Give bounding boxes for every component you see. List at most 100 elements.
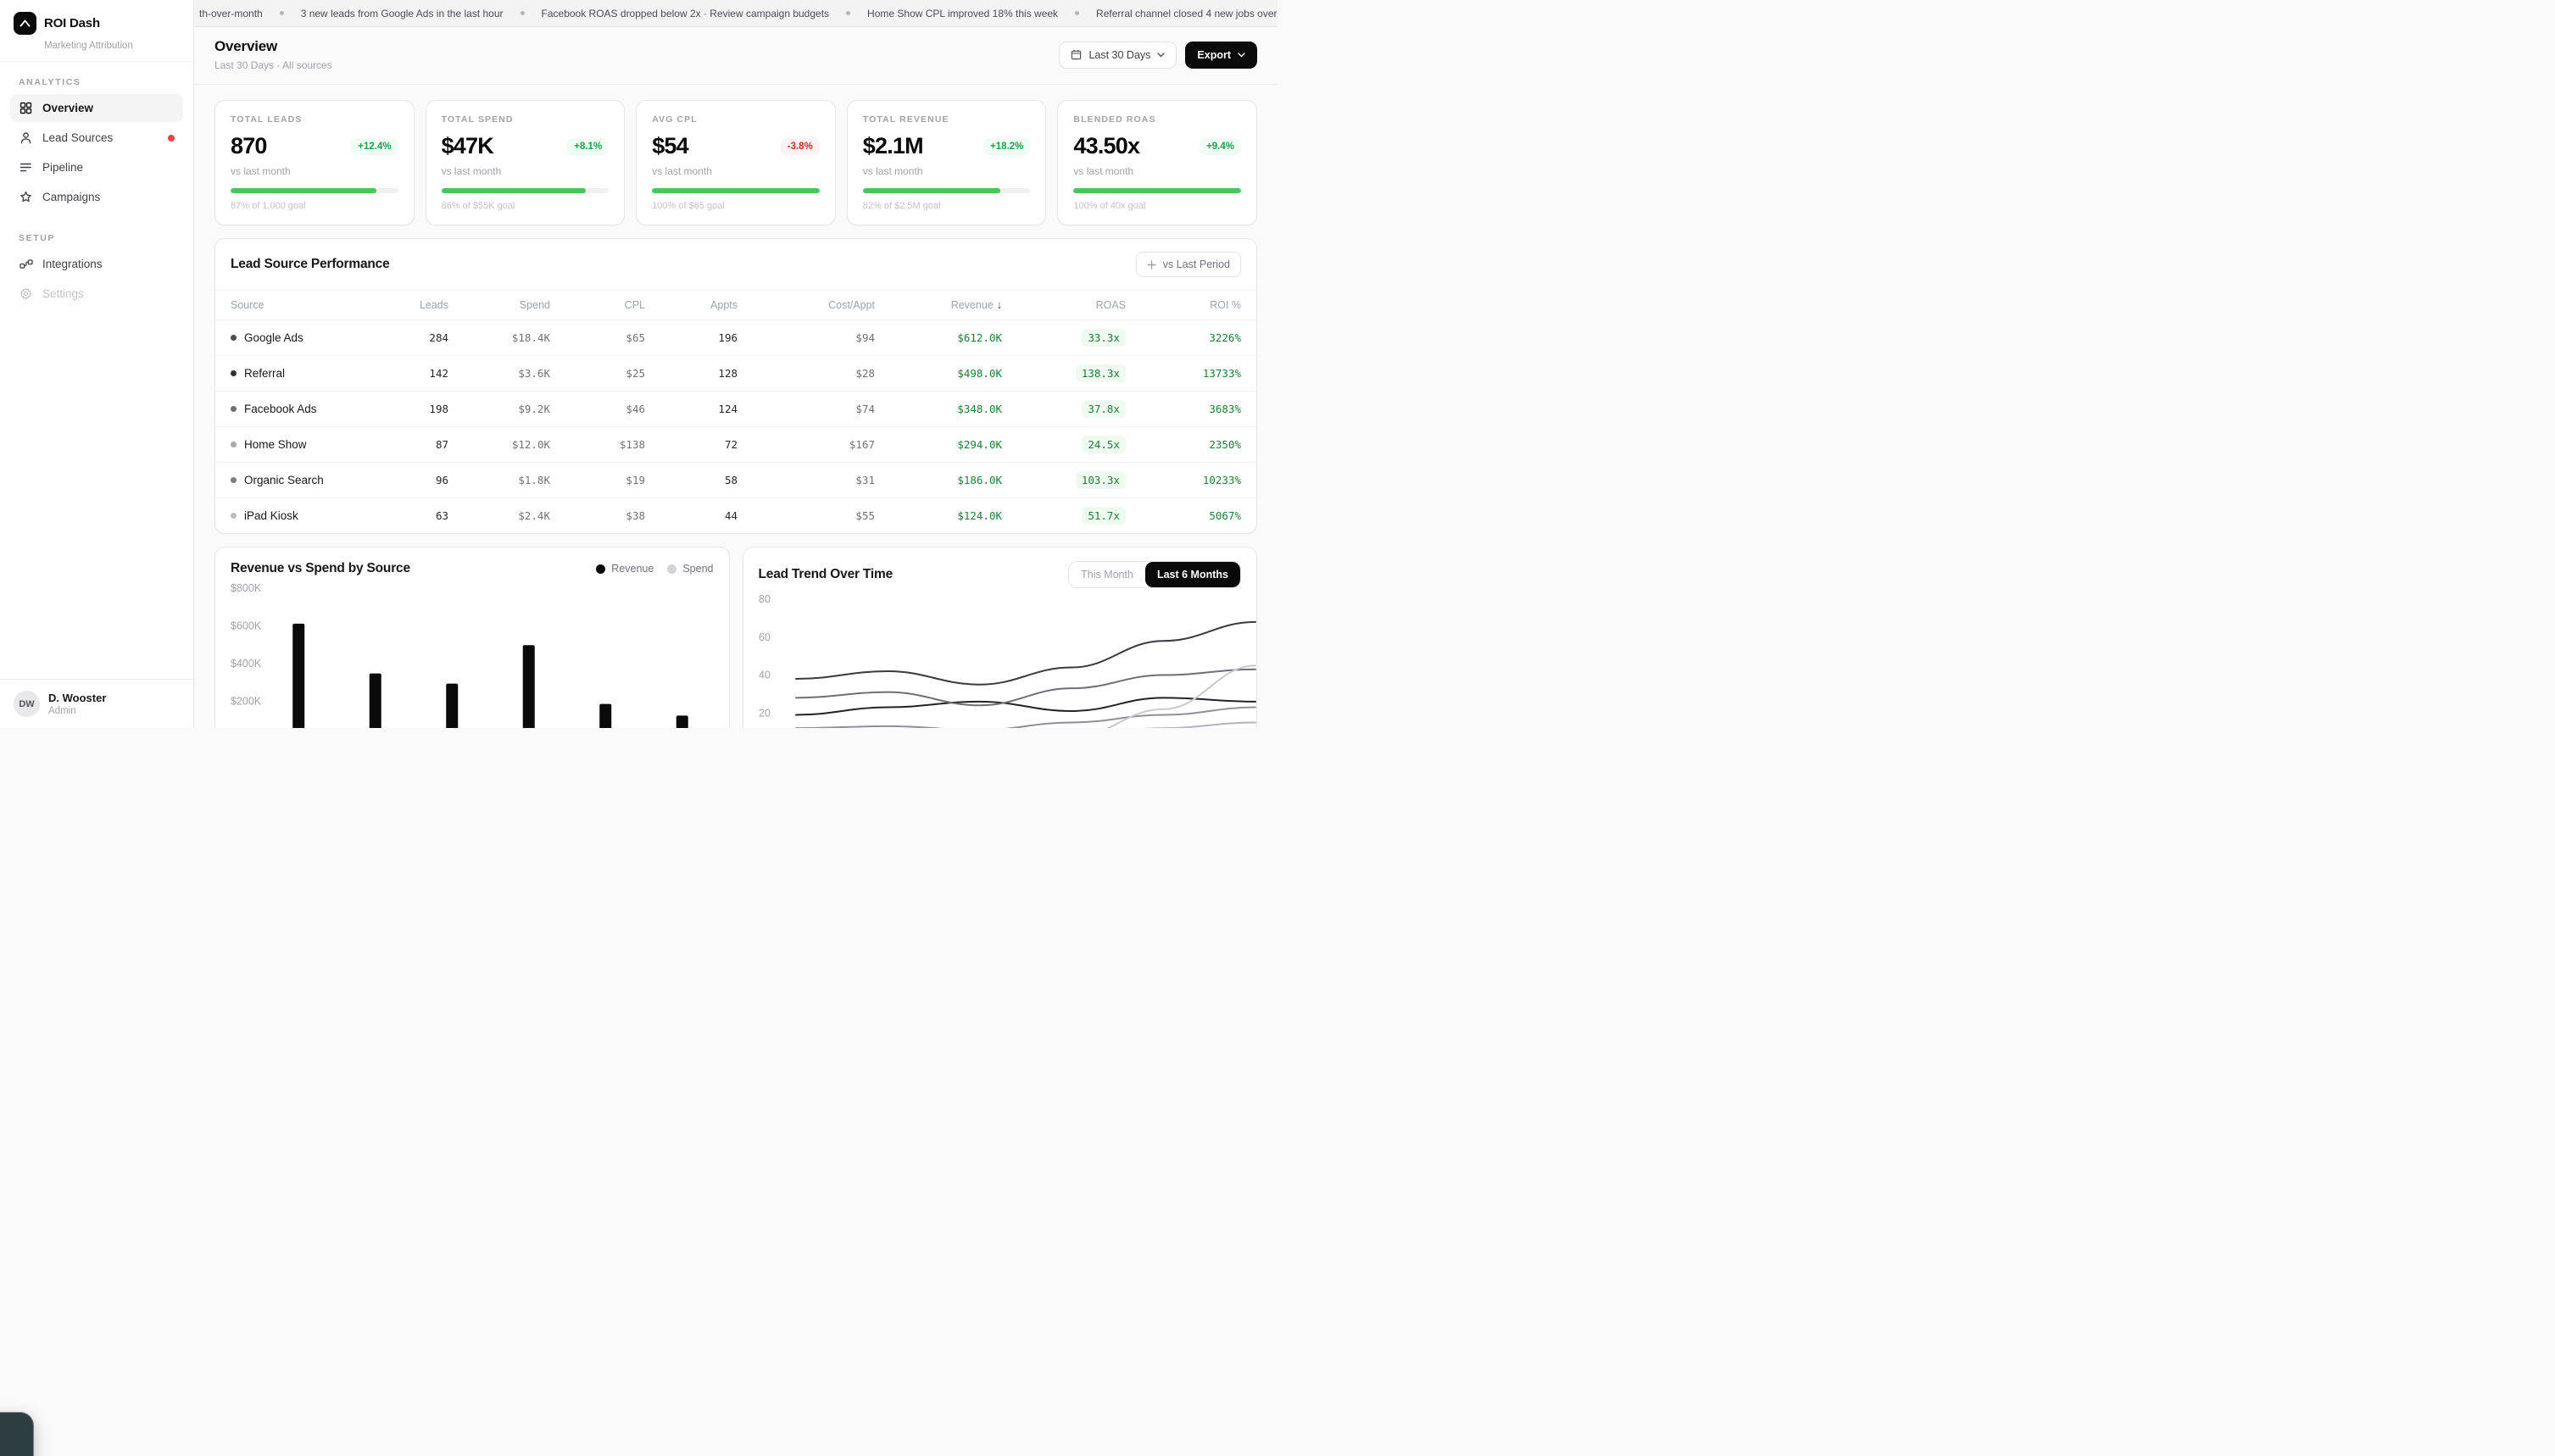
kpi-progress-fill [1073, 188, 1241, 193]
kpi-progress-track [1073, 188, 1241, 193]
sidebar-item-label: Integrations [42, 258, 103, 270]
ticker-separator-dot [280, 11, 284, 15]
sidebar-item-overview[interactable]: Overview [10, 94, 183, 122]
vs-last-period-button[interactable]: vs Last Period [1136, 252, 1241, 277]
cpl-cell: $138 [550, 430, 645, 459]
leads-cell: 96 [381, 465, 448, 495]
column-header-roas[interactable]: ROAS [1002, 291, 1126, 320]
roas-pill: 103.3x [1076, 471, 1126, 489]
toast-notification-partial[interactable] [0, 1412, 34, 1456]
column-header-label: CPL [625, 299, 645, 311]
table-row[interactable]: Google Ads 284 $18.4K $65 196 $94 $612.0… [215, 320, 1256, 356]
toggle-last-6-months[interactable]: Last 6 Months [1145, 562, 1240, 587]
kpi-value: $47K [442, 133, 493, 159]
bar-chart-title: Revenue vs Spend by Source [231, 561, 410, 576]
sidebar-item-lead-sources[interactable]: Lead Sources [10, 124, 183, 152]
kpi-progress-fill [442, 188, 586, 193]
nav-section-label: ANALYTICS [10, 72, 183, 94]
kpi-label: TOTAL REVENUE [863, 114, 1031, 125]
roas-cell: 37.8x [1002, 392, 1126, 426]
source-color-dot [231, 406, 237, 412]
bar-y-tick-label: $400K [231, 658, 262, 670]
legend-item-revenue: Revenue [596, 563, 654, 575]
kpi-label: AVG CPL [652, 114, 820, 125]
export-button[interactable]: Export [1185, 42, 1257, 69]
kpi-progress-track [231, 188, 398, 193]
sidebar-item-pipeline[interactable]: Pipeline [10, 153, 183, 181]
kpi-progress-fill [231, 188, 376, 193]
table-row[interactable]: Organic Search 96 $1.8K $19 58 $31 $186.… [215, 463, 1256, 498]
star-icon [19, 190, 33, 204]
nodes-icon [19, 257, 33, 271]
user-name: D. Wooster [48, 692, 106, 704]
leads-cell: 198 [381, 394, 448, 424]
table-row[interactable]: Home Show 87 $12.0K $138 72 $167 $294.0K… [215, 427, 1256, 463]
date-range-button[interactable]: Last 30 Days [1059, 42, 1177, 69]
revenue-cell: $124.0K [875, 501, 1002, 531]
column-header-spend[interactable]: Spend [448, 291, 550, 320]
lead-source-table-card: Lead Source Performance vs Last Period S… [214, 238, 1257, 534]
vs-last-period-label: vs Last Period [1163, 258, 1230, 270]
user-profile[interactable]: DW D. Wooster Admin [0, 679, 193, 728]
column-header-source[interactable]: Source [231, 291, 381, 320]
column-header-label: Spend [520, 299, 550, 311]
cost-per-appt-cell: $55 [738, 501, 875, 531]
legend-dot [667, 564, 676, 574]
revenue-cell: $294.0K [875, 430, 1002, 459]
trend-line-line-1 [796, 622, 1255, 685]
table-row[interactable]: Facebook Ads 198 $9.2K $46 124 $74 $348.… [215, 392, 1256, 427]
kpi-compare-label: vs last month [1073, 165, 1241, 177]
sidebar-item-integrations[interactable]: Integrations [10, 250, 183, 278]
column-header-cpl[interactable]: CPL [550, 291, 645, 320]
page-subtitle: Last 30 Days · All sources [214, 59, 332, 71]
roas-pill: 51.7x [1082, 507, 1126, 525]
sidebar-item-campaigns[interactable]: Campaigns [10, 183, 183, 211]
kpi-progress-track [863, 188, 1031, 193]
source-name: Organic Search [244, 474, 324, 486]
table-row[interactable]: Referral 142 $3.6K $25 128 $28 $498.0K 1… [215, 356, 1256, 392]
column-header-appts[interactable]: Appts [645, 291, 738, 320]
roas-cell: 51.7x [1002, 498, 1126, 533]
revenue-cell: $186.0K [875, 465, 1002, 495]
ticker-item: Home Show CPL improved 18% this week [867, 8, 1058, 19]
plus-icon [1147, 260, 1156, 270]
roas-cell: 33.3x [1002, 320, 1126, 355]
kpi-goal-label: 82% of $2.5M goal [863, 201, 1031, 211]
column-header-cost-appt[interactable]: Cost/Appt [738, 291, 875, 320]
legend-label: Revenue [611, 563, 654, 575]
kpi-value: $2.1M [863, 133, 923, 159]
kpi-label: TOTAL LEADS [231, 114, 398, 125]
revenue-bar [446, 684, 458, 728]
cpl-cell: $19 [550, 465, 645, 495]
revenue-cell: $348.0K [875, 394, 1002, 424]
sidebar-item-label: Overview [42, 102, 93, 114]
spend-cell: $9.2K [448, 394, 550, 424]
kpi-label: TOTAL SPEND [442, 114, 610, 125]
kpi-delta-badge: +12.4% [351, 138, 398, 155]
source-color-dot [231, 513, 237, 519]
roi-cell: 3683% [1126, 394, 1241, 424]
export-label: Export [1197, 49, 1231, 61]
notification-dot-badge [168, 135, 175, 142]
appts-cell: 124 [645, 394, 738, 424]
table-body: Google Ads 284 $18.4K $65 196 $94 $612.0… [215, 320, 1256, 533]
toggle-this-month[interactable]: This Month [1069, 562, 1145, 587]
sidebar-nav: ANALYTICS Overview Lead Sources PipelineCam… [0, 62, 193, 679]
main-area: th-over-month3 new leads from Google Ads… [194, 0, 1278, 728]
content: TOTAL LEADS 870 +12.4% vs last month 87%… [194, 85, 1278, 728]
lines-icon [19, 160, 33, 175]
chevron-down-icon [1238, 53, 1245, 58]
line-y-tick-label: 80 [759, 593, 771, 605]
kpi-progress-fill [863, 188, 1000, 193]
ticker-separator-dot [846, 11, 850, 15]
spend-cell: $12.0K [448, 430, 550, 459]
column-header-leads[interactable]: Leads [381, 291, 448, 320]
table-row[interactable]: iPad Kiosk 63 $2.4K $38 44 $55 $124.0K 5… [215, 498, 1256, 533]
column-header-revenue[interactable]: Revenue↓ [875, 291, 1002, 320]
appts-cell: 44 [645, 501, 738, 531]
column-header-roi-[interactable]: ROI % [1126, 291, 1241, 320]
kpi-goal-label: 87% of 1,000 goal [231, 201, 398, 211]
sidebar-item-label: Lead Sources [42, 131, 113, 144]
line-chart-title: Lead Trend Over Time [759, 567, 893, 582]
legend-item-spend: Spend [667, 563, 713, 575]
